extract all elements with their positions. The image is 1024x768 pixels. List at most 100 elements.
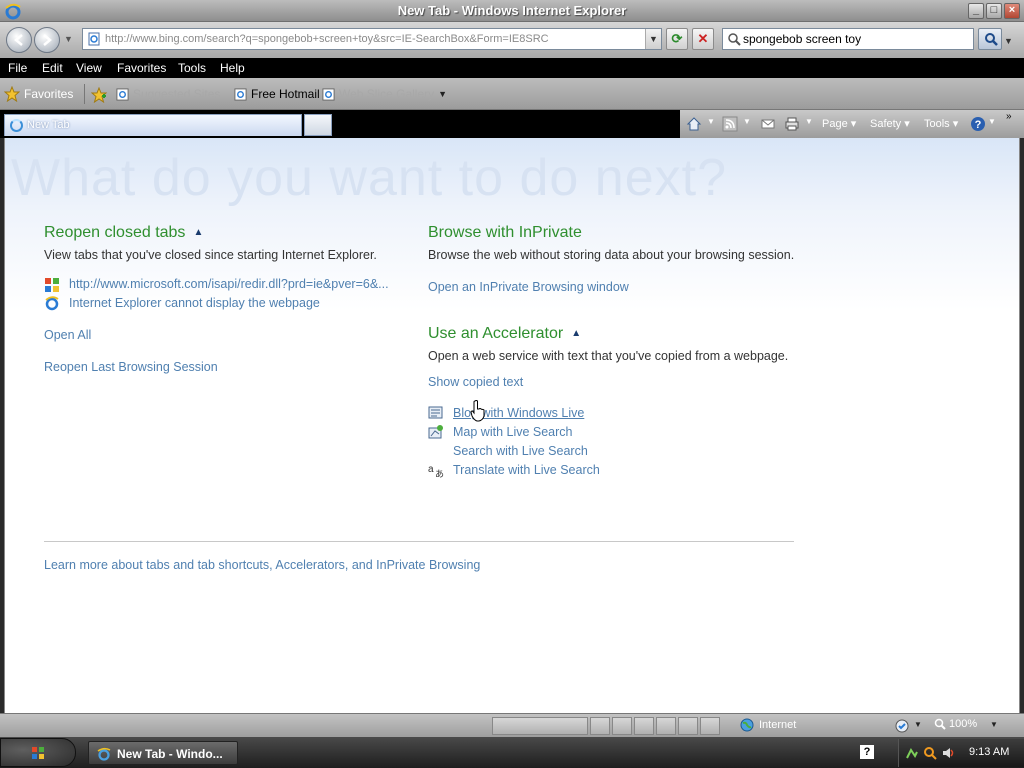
ie-icon xyxy=(45,296,59,311)
help-dropdown-chevron-icon[interactable]: ▼ xyxy=(988,117,996,126)
search-button[interactable] xyxy=(978,28,1002,50)
network-icon[interactable] xyxy=(905,746,919,760)
loading-icon xyxy=(10,119,23,132)
page-headline: What do you want to do next? xyxy=(11,149,727,207)
security-zone[interactable]: Internet xyxy=(740,718,796,732)
help-tray-icon[interactable]: ? xyxy=(860,745,874,759)
menu-edit[interactable]: Edit xyxy=(42,61,63,75)
navigation-bar: ▼ ▼ ⟳ ✕ ▼ xyxy=(0,22,1024,58)
favorites-separator xyxy=(84,84,85,104)
feeds-icon[interactable] xyxy=(722,116,738,132)
new-tab-page: What do you want to do next? Reopen clos… xyxy=(4,138,1020,713)
windows-logo-icon xyxy=(32,747,44,759)
page-menu[interactable]: Page ▾ xyxy=(822,117,856,130)
closed-tab-link[interactable]: Internet Explorer cannot display the web… xyxy=(69,296,320,310)
start-button[interactable] xyxy=(0,738,76,767)
stop-icon: ✕ xyxy=(697,31,709,46)
zoom-icon xyxy=(934,718,946,730)
menu-file[interactable]: File xyxy=(8,61,27,75)
favorites-item-web-slice-gallery[interactable]: Web Slice Gallery ▼ xyxy=(322,87,447,101)
collapse-caret-icon[interactable]: ▲ xyxy=(571,328,581,339)
status-segment xyxy=(678,717,698,735)
refresh-icon: ⟳ xyxy=(671,31,683,46)
read-mail-icon[interactable] xyxy=(760,116,776,132)
accelerator-search-link[interactable]: Search with Live Search xyxy=(453,444,588,458)
volume-icon[interactable] xyxy=(941,746,955,760)
blog-icon xyxy=(428,406,443,419)
command-bar-overflow-chevron-icon[interactable]: » xyxy=(1006,111,1012,122)
open-inprivate-link[interactable]: Open an InPrivate Browsing window xyxy=(428,280,629,294)
forward-button[interactable] xyxy=(34,27,60,53)
zoom-level[interactable]: 100% xyxy=(934,718,977,730)
favorites-button[interactable]: Favorites xyxy=(4,84,73,104)
menu-help[interactable]: Help xyxy=(220,61,245,75)
globe-icon xyxy=(740,718,754,732)
map-icon xyxy=(428,425,443,439)
taskbar-item-internet-explorer[interactable]: New Tab - Windo... xyxy=(88,741,238,765)
reopen-last-session-link[interactable]: Reopen Last Browsing Session xyxy=(44,360,218,374)
reopen-closed-tabs-heading: Reopen closed tabs ▲ xyxy=(44,224,204,241)
status-segment xyxy=(656,717,676,735)
address-dropdown[interactable]: ▼ xyxy=(645,29,661,49)
zoom-dropdown-chevron-icon[interactable]: ▼ xyxy=(990,720,998,729)
forward-arrow-icon xyxy=(43,34,52,46)
chevron-down-icon: ▼ xyxy=(438,89,448,99)
translate-icon: a あ xyxy=(428,464,444,478)
svg-text:a: a xyxy=(428,464,434,475)
closed-tab-link[interactable]: http://www.microsoft.com/isapi/redir.dll… xyxy=(69,277,389,291)
svg-text:?: ? xyxy=(975,119,982,131)
home-dropdown-chevron-icon[interactable]: ▼ xyxy=(707,117,715,126)
recent-pages-dropdown[interactable]: ▼ xyxy=(64,34,73,44)
menu-favorites[interactable]: Favorites xyxy=(117,61,166,75)
search-options-dropdown[interactable]: ▼ xyxy=(1004,36,1013,46)
inprivate-description: Browse the web without storing data abou… xyxy=(428,248,795,262)
protected-mode-icon[interactable] xyxy=(894,718,910,734)
address-input[interactable] xyxy=(105,31,645,47)
search-input[interactable] xyxy=(743,31,971,47)
minimize-button[interactable]: _ xyxy=(968,3,984,19)
svg-text:あ: あ xyxy=(435,469,444,478)
stop-button[interactable]: ✕ xyxy=(692,28,714,50)
windows-logo-icon xyxy=(45,278,59,292)
status-segment xyxy=(590,717,610,735)
menu-tools[interactable]: Tools xyxy=(178,61,206,75)
favorites-item-suggested-sites[interactable]: Suggested Sites xyxy=(116,87,220,101)
print-dropdown-chevron-icon[interactable]: ▼ xyxy=(805,117,813,126)
print-icon[interactable] xyxy=(784,116,800,132)
page-icon xyxy=(88,32,100,46)
help-icon[interactable]: ? xyxy=(970,116,986,132)
command-bar: ▼ ▼ ▼ Page ▾ Safety ▾ Tools ▾ ? ▼ » xyxy=(680,110,1024,138)
accelerator-map-link[interactable]: Map with Live Search xyxy=(453,425,573,439)
status-segment xyxy=(634,717,654,735)
home-icon[interactable] xyxy=(686,116,702,132)
favorites-bar: Favorites Suggested Sites Free Hotmail W… xyxy=(0,78,1024,110)
tools-menu[interactable]: Tools ▾ xyxy=(924,117,958,130)
ie-icon xyxy=(234,87,247,101)
maximize-button[interactable]: □ xyxy=(986,3,1002,19)
collapse-caret-icon[interactable]: ▲ xyxy=(193,227,203,238)
feeds-dropdown-chevron-icon[interactable]: ▼ xyxy=(743,117,751,126)
protected-mode-dropdown-chevron-icon[interactable]: ▼ xyxy=(914,720,922,729)
tab-new-tab[interactable]: New Tab xyxy=(4,114,302,136)
reopen-description: View tabs that you've closed since start… xyxy=(44,248,377,262)
favorites-item-free-hotmail[interactable]: Free Hotmail xyxy=(234,87,320,101)
add-to-favorites-bar-icon[interactable] xyxy=(91,87,107,103)
learn-more-link[interactable]: Learn more about tabs and tab shortcuts,… xyxy=(44,558,480,572)
accelerator-heading: Use an Accelerator ▲ xyxy=(428,325,582,342)
new-tab-button[interactable] xyxy=(304,114,332,136)
accelerator-translate-link[interactable]: Translate with Live Search xyxy=(453,463,600,477)
search-icon xyxy=(985,33,998,46)
search-box xyxy=(722,28,974,50)
open-all-link[interactable]: Open All xyxy=(44,328,91,342)
back-button[interactable] xyxy=(6,27,32,53)
clock[interactable]: 9:13 AM xyxy=(969,746,1009,758)
menu-view[interactable]: View xyxy=(76,61,102,75)
favorites-star-icon xyxy=(4,86,20,102)
progress-area xyxy=(492,717,588,735)
refresh-button[interactable]: ⟳ xyxy=(666,28,688,50)
hand-cursor-icon xyxy=(470,400,485,422)
search-tray-icon[interactable] xyxy=(923,746,937,760)
safety-menu[interactable]: Safety ▾ xyxy=(870,117,910,130)
show-copied-text-link[interactable]: Show copied text xyxy=(428,375,523,389)
close-button[interactable]: × xyxy=(1004,3,1020,19)
